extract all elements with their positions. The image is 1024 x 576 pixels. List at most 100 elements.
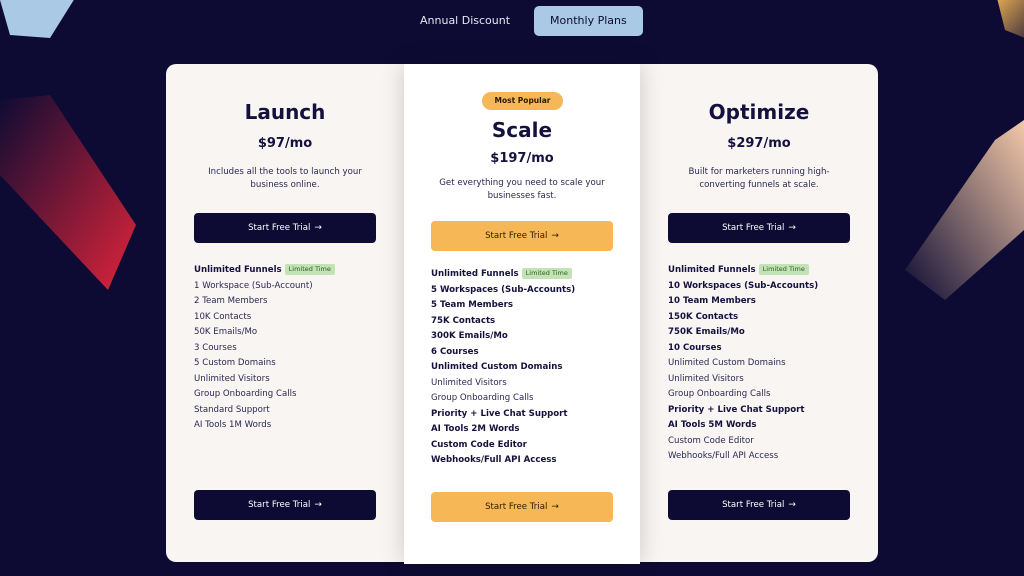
feature-text: Webhooks/Full API Access [431,455,557,465]
feature-text: Standard Support [194,404,270,415]
feature-text: Custom Code Editor [431,439,527,450]
feature-item: Unlimited Custom Domains [668,356,868,372]
decorative-shape-top-right [997,0,1024,38]
plan-card-launch: Launch $97/mo Includes all the tools to … [166,64,404,562]
arrow-right-icon: → [551,231,559,241]
arrow-right-icon: → [314,223,322,233]
feature-list: Unlimited Funnels Limited Time 1 Workspace… [194,263,394,434]
feature-item: 10 Courses [668,341,868,357]
feature-text: 10 Courses [668,342,722,353]
feature-item: 2 Team Members [194,294,394,310]
plan-card-scale: Most Popular Scale $197/mo Get everythin… [404,64,640,564]
feature-text: Unlimited Visitors [194,373,270,384]
arrow-right-icon: → [551,502,559,512]
feature-item: 75K Contacts [431,314,630,330]
start-free-trial-button-bottom[interactable]: Start Free Trial → [668,490,850,520]
plan-description: Get everything you need to scale your bus… [439,178,605,201]
feature-item: Unlimited Funnels Limited Time [194,263,394,279]
feature-text: Priority + Live Chat Support [668,404,805,415]
feature-item: 10K Contacts [194,310,394,326]
feature-item: Webhooks/Full API Access [431,453,630,469]
feature-text: 5 Workspaces (Sub-Accounts) [431,284,576,295]
feature-text: AI Tools 2M Words [431,424,520,434]
feature-text: 10 Team Members [668,296,756,306]
feature-text: Group Onboarding Calls [431,393,534,403]
limited-time-tag: Limited Time [521,268,572,279]
start-free-trial-button-bottom[interactable]: Start Free Trial → [431,492,613,522]
limited-time-tag: Limited Time [284,264,335,275]
plan-name: Scale [491,118,553,142]
feature-item: AI Tools 5M Words [668,418,868,434]
feature-text: AI Tools 1M Words [194,420,272,430]
feature-item: 1 Workspace (Sub-Account) [194,279,394,295]
feature-text: Unlimited Funnels [431,269,519,279]
feature-item: Standard Support [194,403,394,419]
feature-item: Group Onboarding Calls [668,387,868,403]
limited-time-tag: Limited Time [758,264,809,275]
feature-item: Group Onboarding Calls [194,387,394,403]
plan-name: Optimize [708,100,810,124]
feature-text: Unlimited Funnels [668,265,756,275]
feature-item: 750K Emails/Mo [668,325,868,341]
annual-discount-option[interactable]: Annual Discount [404,6,526,36]
decorative-shape-top-left [0,0,74,38]
arrow-right-icon: → [788,500,796,510]
most-popular-badge: Most Popular [482,92,563,110]
feature-text: Unlimited Visitors [668,373,744,384]
feature-text: 3 Courses [194,342,237,353]
feature-item: 150K Contacts [668,310,868,326]
plan-price: $197/mo [490,151,554,166]
feature-text: 150K Contacts [668,311,739,322]
feature-text: 75K Contacts [431,315,496,326]
feature-text: Unlimited Custom Domains [668,358,786,368]
feature-text: 5 Team Members [431,300,513,310]
plan-name: Launch [244,100,326,124]
feature-item: Unlimited Visitors [668,372,868,388]
feature-item: 300K Emails/Mo [431,329,630,345]
decorative-stripe-left [0,95,136,290]
plan-card-optimize: Optimize $297/mo Built for marketers run… [640,64,878,562]
feature-item: Unlimited Visitors [431,376,630,392]
arrow-right-icon: → [314,500,322,510]
feature-item: Priority + Live Chat Support [668,403,868,419]
feature-text: Unlimited Funnels [194,265,282,275]
feature-item: Custom Code Editor [668,434,868,450]
feature-text: 2 Team Members [194,296,268,306]
arrow-right-icon: → [788,223,796,233]
plan-price: $297/mo [727,136,791,151]
start-free-trial-button[interactable]: Start Free Trial → [668,213,850,243]
start-free-trial-button-bottom[interactable]: Start Free Trial → [194,490,376,520]
feature-item: 6 Courses [431,345,630,361]
feature-item: Unlimited Funnels Limited Time [431,267,630,283]
feature-text: 300K Emails/Mo [431,331,508,341]
start-free-trial-button[interactable]: Start Free Trial → [431,221,613,251]
feature-text: Group Onboarding Calls [668,389,771,399]
feature-item: Unlimited Funnels Limited Time [668,263,868,279]
feature-item: 3 Courses [194,341,394,357]
feature-text: 1 Workspace (Sub-Account) [194,280,313,291]
feature-text: Group Onboarding Calls [194,389,297,399]
feature-list: Unlimited Funnels Limited Time 10 Workspac… [668,263,868,465]
start-free-trial-button[interactable]: Start Free Trial → [194,213,376,243]
feature-item: 5 Team Members [431,298,630,314]
feature-text: AI Tools 5M Words [668,420,757,430]
feature-item: Group Onboarding Calls [431,391,630,407]
feature-item: 10 Workspaces (Sub-Accounts) [668,279,868,295]
feature-text: 5 Custom Domains [194,358,276,368]
feature-text: Unlimited Custom Domains [431,362,563,372]
feature-item: Webhooks/Full API Access [668,449,868,465]
plan-description: Built for marketers running high-convert… [688,167,830,190]
feature-item: AI Tools 1M Words [194,418,394,434]
monthly-plans-option[interactable]: Monthly Plans [534,6,643,36]
feature-item: Custom Code Editor [431,438,630,454]
feature-list: Unlimited Funnels Limited Time 5 Workspace… [431,267,630,469]
feature-item: Priority + Live Chat Support [431,407,630,423]
feature-item: 50K Emails/Mo [194,325,394,341]
feature-text: 6 Courses [431,346,479,357]
feature-text: 10K Contacts [194,311,252,322]
feature-item: 5 Custom Domains [194,356,394,372]
feature-text: 10 Workspaces (Sub-Accounts) [668,280,819,291]
feature-item: 5 Workspaces (Sub-Accounts) [431,283,630,299]
feature-text: Webhooks/Full API Access [668,451,779,461]
plan-description: Includes all the tools to launch your bus… [208,167,362,190]
